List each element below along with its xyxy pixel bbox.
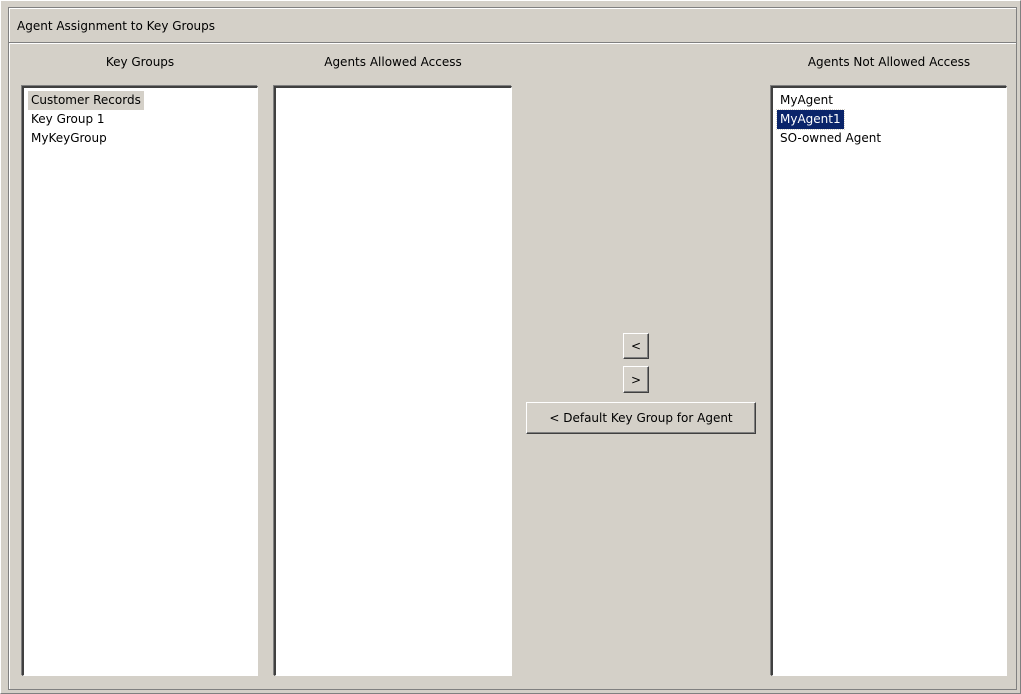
agent-item-so-owned-agent[interactable]: SO-owned Agent	[777, 129, 884, 148]
key-group-item-key-group-1[interactable]: Key Group 1	[28, 110, 108, 129]
move-right-button[interactable]: >	[623, 366, 649, 393]
default-key-group-button[interactable]: < Default Key Group for Agent	[526, 402, 756, 434]
key-group-item-mykeygroup[interactable]: MyKeyGroup	[28, 129, 110, 148]
panel-title: Agent Assignment to Key Groups	[17, 19, 216, 33]
agents-allowed-list[interactable]	[274, 86, 512, 676]
title-separator	[9, 42, 1016, 44]
agents-not-allowed-list[interactable]: MyAgent MyAgent1 SO-owned Agent	[771, 86, 1007, 676]
agent-item-myagent[interactable]: MyAgent	[777, 91, 836, 110]
move-left-button[interactable]: <	[623, 333, 649, 359]
key-groups-label: Key Groups	[105, 55, 175, 69]
window-frame: Agent Assignment to Key Groups Key Group…	[0, 0, 1021, 694]
key-groups-list[interactable]: Customer Records Key Group 1 MyKeyGroup	[22, 86, 258, 676]
agents-not-allowed-label: Agents Not Allowed Access	[807, 55, 971, 69]
agent-item-myagent1[interactable]: MyAgent1	[776, 109, 845, 130]
agent-assignment-panel: Agent Assignment to Key Groups Key Group…	[8, 7, 1017, 690]
key-group-item-customer-records[interactable]: Customer Records	[28, 91, 144, 110]
agents-allowed-label: Agents Allowed Access	[324, 55, 462, 69]
